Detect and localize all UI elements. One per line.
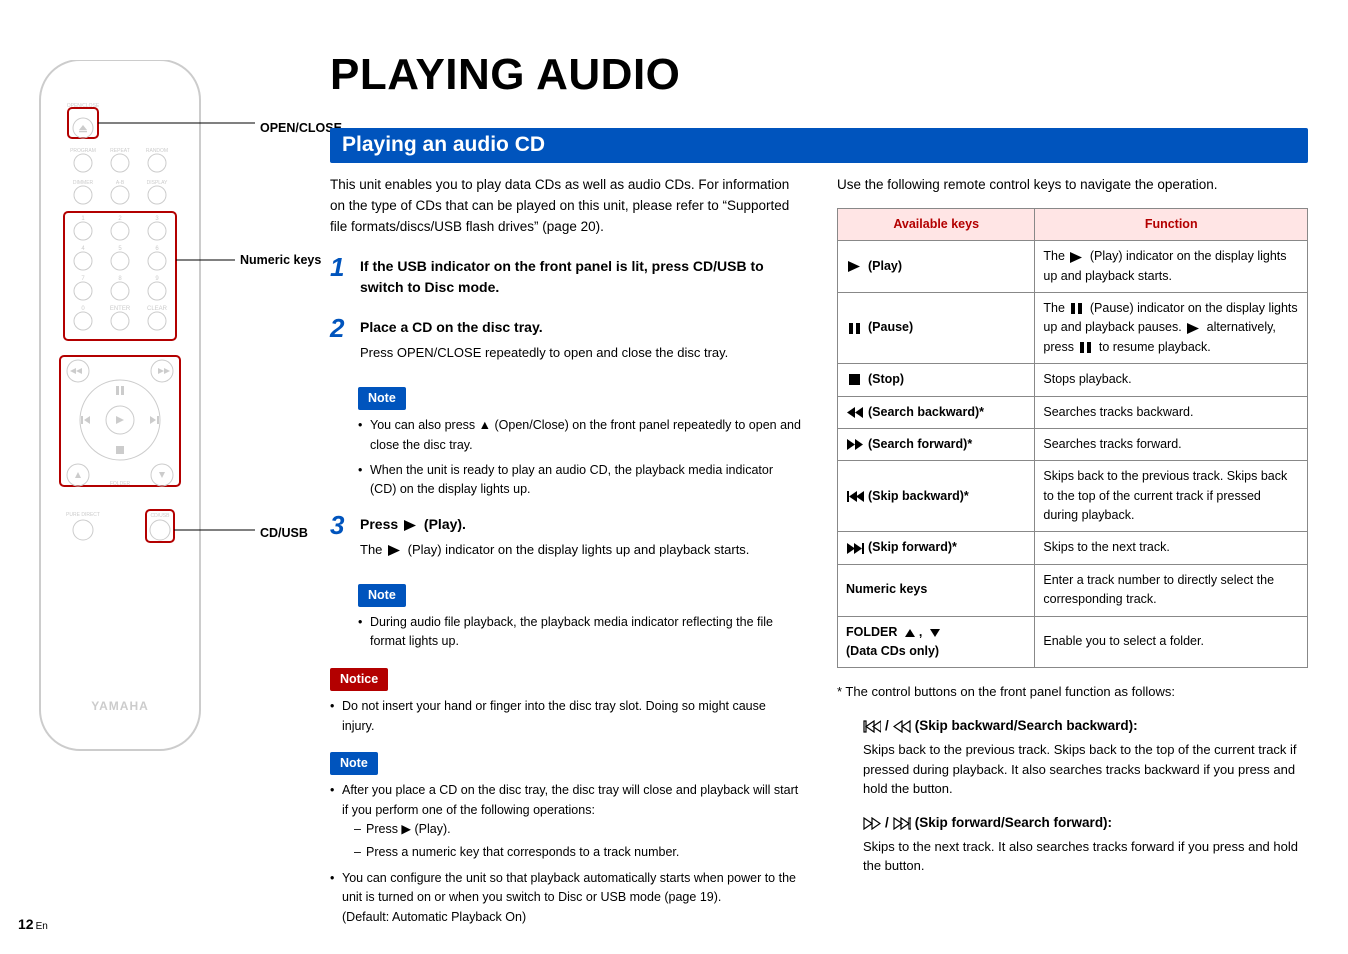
search-backward-outline-icon <box>893 720 911 733</box>
search-backward-icon <box>846 406 864 419</box>
step-2: 2 Place a CD on the disc tray. Press OPE… <box>330 317 801 363</box>
step-2-title: Place a CD on the disc tray. <box>360 317 801 339</box>
step-1-title: If the USB indicator on the front panel … <box>360 256 801 299</box>
play-icon <box>402 519 420 532</box>
svg-text:OPEN/CLOSE: OPEN/CLOSE <box>67 103 100 109</box>
label-numeric-keys: Numeric keys <box>240 253 321 267</box>
table-row: FOLDER , (Data CDs only) Enable you to s… <box>838 616 1308 668</box>
svg-text:FOLDER: FOLDER <box>110 481 131 487</box>
table-header-function: Function <box>1035 208 1308 240</box>
note-3-list: After you place a CD on the disc tray, t… <box>330 781 801 927</box>
pause-icon <box>1068 302 1086 315</box>
table-row: (Play) The (Play) indicator on the displ… <box>838 241 1308 293</box>
stop-icon <box>846 373 864 386</box>
front-panel-item-forward: / (Skip forward/Search forward): Skips t… <box>863 813 1308 876</box>
search-forward-outline-icon <box>863 817 881 830</box>
note-2-item: During audio file playback, the playback… <box>358 613 801 652</box>
skip-backward-icon <box>846 490 864 503</box>
step-number-2: 2 <box>330 315 350 341</box>
note-3-item: You can configure the unit so that playb… <box>330 869 801 927</box>
label-cd-usb: CD/USB <box>260 526 308 540</box>
page-number: 12En <box>18 916 48 932</box>
table-row: Numeric keys Enter a track number to dir… <box>838 564 1308 616</box>
step-3-sub: The (Play) indicator on the display ligh… <box>360 540 801 560</box>
remote-diagram: OPEN/CLOSE PROGRAM REPEAT RANDOM DIMMER … <box>30 60 330 760</box>
right-column: Use the following remote control keys to… <box>837 175 1308 933</box>
svg-text:CLEAR: CLEAR <box>147 306 168 312</box>
skip-forward-outline-icon <box>893 817 911 830</box>
keys-table: Available keys Function (Play) The (Play… <box>837 208 1308 668</box>
note-badge-3: Note <box>330 752 378 775</box>
right-intro: Use the following remote control keys to… <box>837 175 1308 196</box>
svg-text:CD/USB: CD/USB <box>151 513 171 519</box>
step-2-sub: Press OPEN/CLOSE repeatedly to open and … <box>360 343 801 363</box>
svg-text:A-B: A-B <box>116 180 125 186</box>
play-icon <box>1068 251 1086 264</box>
table-row: (Skip forward)* Skips to the next track. <box>838 532 1308 564</box>
note-3-sub-item: Press a numeric key that corresponds to … <box>354 843 801 862</box>
table-header-keys: Available keys <box>838 208 1035 240</box>
note-1-item: When the unit is ready to play an audio … <box>358 461 801 500</box>
table-row: (Stop) Stops playback. <box>838 364 1308 396</box>
front-panel-item-back: / (Skip backward/Search backward): Skips… <box>863 716 1308 798</box>
footnote: * The control buttons on the front panel… <box>837 682 1308 702</box>
section-heading: Playing an audio CD <box>330 128 1308 163</box>
svg-text:YAMAHA: YAMAHA <box>91 699 149 713</box>
play-icon <box>1185 322 1203 335</box>
table-row: (Search backward)* Searches tracks backw… <box>838 396 1308 428</box>
folder-up-icon <box>901 626 919 639</box>
folder-down-icon <box>926 626 944 639</box>
svg-text:ENTER: ENTER <box>110 306 131 312</box>
step-3-title: Press (Play). <box>360 514 801 536</box>
intro-text: This unit enables you to play data CDs a… <box>330 175 801 238</box>
svg-text:REPEAT: REPEAT <box>110 148 130 154</box>
note-1-list: You can also press ▲ (Open/Close) on the… <box>358 416 801 500</box>
remote-svg: OPEN/CLOSE PROGRAM REPEAT RANDOM DIMMER … <box>30 60 330 760</box>
step-1: 1 If the USB indicator on the front pane… <box>330 256 801 303</box>
pause-icon <box>1077 341 1095 354</box>
page-title: PLAYING AUDIO <box>330 50 1308 100</box>
step-number-1: 1 <box>330 254 350 280</box>
svg-text:RANDOM: RANDOM <box>146 148 168 154</box>
play-icon <box>846 260 864 273</box>
step-number-3: 3 <box>330 512 350 538</box>
note-3-sub-item: Press ▶ (Play). <box>354 820 801 839</box>
notice-badge: Notice <box>330 668 388 691</box>
left-column: This unit enables you to play data CDs a… <box>330 175 801 933</box>
note-2-list: During audio file playback, the playback… <box>358 613 801 652</box>
table-row: (Search forward)* Searches tracks forwar… <box>838 428 1308 460</box>
svg-text:DIMMER: DIMMER <box>73 180 94 186</box>
svg-text:DISPLAY: DISPLAY <box>147 180 168 186</box>
svg-text:PURE DIRECT: PURE DIRECT <box>66 512 100 518</box>
note-badge-1: Note <box>358 387 406 410</box>
step-3: 3 Press (Play). The (Play) indicator on … <box>330 514 801 560</box>
search-forward-icon <box>846 438 864 451</box>
table-row: (Skip backward)* Skips back to the previ… <box>838 461 1308 532</box>
note-3-item: After you place a CD on the disc tray, t… <box>330 781 801 863</box>
svg-text:PROGRAM: PROGRAM <box>70 148 96 154</box>
play-icon <box>386 544 404 557</box>
notice-list: Do not insert your hand or finger into t… <box>330 697 801 736</box>
note-1-item: You can also press ▲ (Open/Close) on the… <box>358 416 801 455</box>
notice-item: Do not insert your hand or finger into t… <box>330 697 801 736</box>
note-badge-2: Note <box>358 584 406 607</box>
pause-icon <box>846 322 864 335</box>
skip-forward-icon <box>846 542 864 555</box>
table-row: (Pause) The (Pause) indicator on the dis… <box>838 293 1308 364</box>
skip-backward-outline-icon <box>863 720 881 733</box>
